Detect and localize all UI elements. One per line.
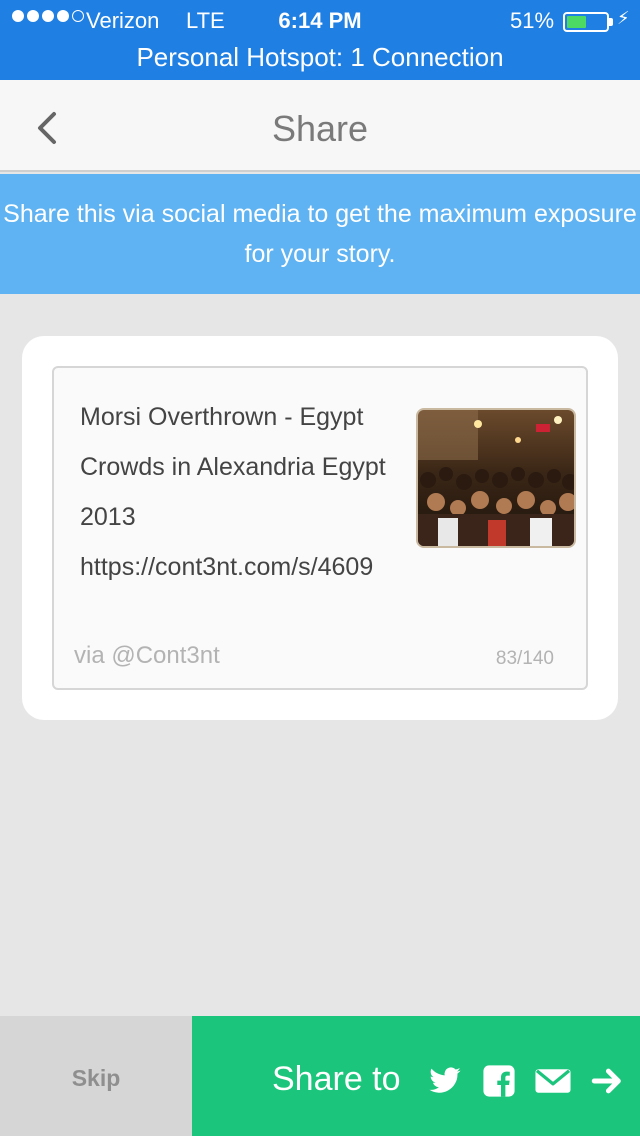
share-text-box[interactable]: Morsi Overthrown - Egypt Crowds in Alexa…	[52, 366, 588, 690]
story-thumbnail	[416, 408, 576, 548]
via-handle: via @Cont3nt	[74, 642, 220, 669]
battery-tip	[609, 18, 613, 26]
page-title: Share	[271, 108, 369, 149]
email-icon[interactable]	[534, 1064, 572, 1098]
twitter-icon[interactable]	[428, 1064, 462, 1098]
nav-bar: Share	[0, 80, 640, 172]
character-count: 83/140	[495, 648, 554, 669]
battery-level	[567, 16, 586, 28]
skip-button[interactable]: Skip	[0, 1016, 192, 1136]
charging-icon: ⚡	[617, 8, 630, 28]
share-card: Morsi Overthrown - Egypt Crowds in Alexa…	[22, 336, 618, 720]
crowd-photo	[418, 410, 574, 546]
share-message[interactable]: Morsi Overthrown - Egypt Crowds in Alexa…	[80, 392, 400, 592]
info-banner: Share this via social media to get the m…	[0, 174, 640, 294]
facebook-icon[interactable]	[482, 1064, 516, 1098]
arrow-right-icon[interactable]	[590, 1064, 624, 1098]
share-to-label: Share to	[272, 1060, 401, 1098]
share-button[interactable]: Share to	[192, 1016, 640, 1136]
hotspot-banner[interactable]: Personal Hotspot: 1 Connection	[0, 42, 640, 73]
battery-percent: 51%	[510, 8, 555, 33]
battery-icon	[563, 12, 609, 32]
status-bar: Verizon LTE 6:14 PM 51% ⚡ Personal Hotsp…	[0, 0, 640, 80]
